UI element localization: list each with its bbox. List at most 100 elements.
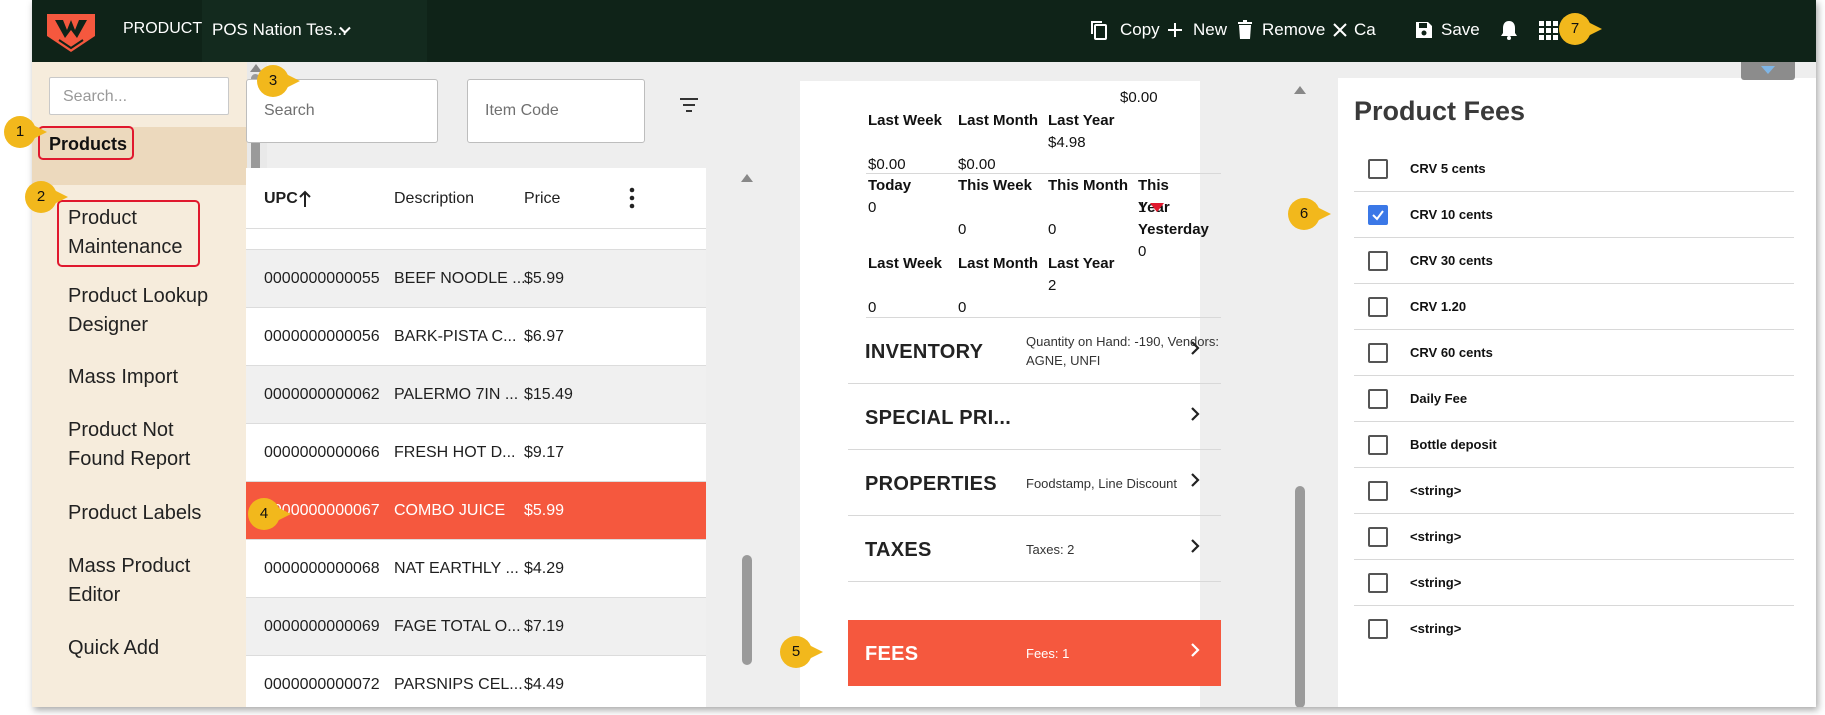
bell-icon[interactable] (1497, 18, 1521, 42)
price-cell: $6.97 (524, 328, 565, 345)
fee-checkbox[interactable] (1368, 435, 1388, 455)
section-taxes[interactable]: TAXES Taxes: 2 (848, 516, 1221, 582)
table-row[interactable]: 0000000000068 NAT EARTHLY ... $4.29 (246, 540, 706, 598)
detail-scrollbar[interactable] (1294, 86, 1306, 707)
callout-number: 1 (15, 123, 25, 140)
fee-row[interactable]: <string> (1354, 560, 1794, 606)
section-title: FEES (865, 643, 919, 665)
stat-this-week-label: This Week (958, 175, 1038, 197)
fee-checkbox[interactable] (1368, 527, 1388, 547)
more-vert-icon[interactable] (628, 187, 636, 209)
sidebar-item-mass-product-editor[interactable]: Mass Product Editor (68, 552, 228, 610)
app-window: PRODUCTS POS Nation Tes... Copy New Remo… (32, 0, 1816, 707)
sidebar-item-quick-add[interactable]: Quick Add (68, 634, 228, 663)
stat-label: Last Month (958, 255, 1038, 272)
fee-checkbox[interactable] (1368, 619, 1388, 639)
scroll-up-arrow-icon[interactable] (741, 174, 753, 182)
sidebar-item-product-lookup-designer[interactable]: Product Lookup Designer (68, 282, 228, 340)
table-row[interactable]: 0000000000069 FAGE TOTAL O... $7.19 (246, 598, 706, 656)
fee-checkbox-checked[interactable] (1368, 205, 1388, 225)
fee-row[interactable]: CRV 10 cents (1354, 192, 1794, 238)
description-cell: PALERMO 7IN ... (394, 386, 519, 403)
upc-cell: 0000000000068 (264, 560, 380, 577)
callout-number: 5 (791, 643, 801, 660)
fee-checkbox[interactable] (1368, 481, 1388, 501)
stat-label: Yesterday (1138, 221, 1209, 238)
column-header-description[interactable]: Description (394, 190, 474, 208)
fee-row[interactable]: <string> (1354, 514, 1794, 560)
sidebar-search-input[interactable]: Search... (49, 77, 229, 115)
fee-label: Bottle deposit (1410, 437, 1497, 452)
table-row[interactable] (246, 228, 706, 250)
callout-number: 3 (268, 72, 278, 89)
stat-label: Last Year (1048, 255, 1115, 272)
section-inventory[interactable]: INVENTORY Quantity on Hand: -190, Vendor… (848, 318, 1221, 384)
sidebar-item-mass-import[interactable]: Mass Import (68, 363, 228, 392)
section-special-pricing[interactable]: SPECIAL PRI... (848, 384, 1221, 450)
stat-label: Today (868, 177, 912, 194)
panel-collapse-tab[interactable] (1741, 62, 1795, 80)
stat-last-week-value: 0 (868, 299, 877, 316)
stat-last-year-label: Last Year (1048, 253, 1114, 275)
close-icon (1333, 23, 1347, 37)
fee-label: CRV 30 cents (1410, 253, 1493, 268)
product-list: UPC Description Price 0000000000055 BEEF … (246, 168, 706, 707)
section-title: TAXES (865, 539, 932, 561)
fee-checkbox[interactable] (1368, 573, 1388, 593)
trend-down-icon (1150, 203, 1164, 212)
table-row[interactable]: 0000000000055 BEEF NOODLE ... $5.99 (246, 250, 706, 308)
column-header-price[interactable]: Price (524, 190, 560, 208)
pos-nation-logo (47, 14, 95, 52)
callout-marker: 3 (256, 64, 300, 98)
table-row[interactable]: 0000000000066 FRESH HOT D... $9.17 (246, 424, 706, 482)
fees-title: Product Fees (1354, 96, 1526, 126)
table-row-selected[interactable]: 0000000000067 COMBO JUICE $5.99 (246, 482, 706, 540)
table-row[interactable]: 0000000000062 PALERMO 7IN ... $15.49 (246, 366, 706, 424)
fee-row[interactable]: CRV 30 cents (1354, 238, 1794, 284)
stat-last-month-value: 0 (958, 299, 967, 316)
fee-row[interactable]: CRV 1.20 (1354, 284, 1794, 330)
fee-label: <string> (1410, 529, 1462, 544)
section-title: PROPERTIES (865, 473, 997, 495)
column-header-upc[interactable]: UPC (264, 190, 298, 208)
fee-label: CRV 60 cents (1410, 345, 1493, 360)
upc-cell: 0000000000062 (264, 386, 380, 403)
fee-row[interactable]: <string> (1354, 606, 1794, 652)
save-label: Save (1441, 20, 1480, 39)
fee-checkbox[interactable] (1368, 297, 1388, 317)
fee-checkbox[interactable] (1368, 251, 1388, 271)
fee-checkbox[interactable] (1368, 343, 1388, 363)
fee-checkbox[interactable] (1368, 389, 1388, 409)
table-row[interactable]: 0000000000056 BARK-PISTA C... $6.97 (246, 308, 706, 366)
sidebar-item-product-labels[interactable]: Product Labels (68, 499, 228, 528)
callout-number: 7 (1570, 20, 1580, 37)
table-row[interactable]: 0000000000072 PARSNIPS CEL... $4.49 (246, 656, 706, 707)
list-scrollbar[interactable] (741, 170, 753, 707)
price-cell: $15.49 (524, 386, 573, 403)
fee-checkbox[interactable] (1368, 159, 1388, 179)
filter-icon[interactable] (678, 96, 700, 114)
sidebar-item-product-not-found-report[interactable]: Product Not Found Report (68, 416, 228, 474)
new-label: New (1193, 20, 1228, 39)
fee-row[interactable]: Daily Fee (1354, 376, 1794, 422)
item-code-input[interactable]: Item Code (467, 79, 645, 143)
sort-ascending-icon[interactable] (298, 190, 312, 208)
apps-grid-icon[interactable] (1536, 18, 1560, 42)
store-selector[interactable]: POS Nation Tes... (202, 0, 427, 62)
upc-cell: 0000000000072 (264, 676, 380, 693)
store-name: POS Nation Tes... (212, 20, 347, 39)
section-properties[interactable]: PROPERTIES Foodstamp, Line Discount (848, 450, 1221, 516)
stat-last-year-value: $4.98 (1048, 134, 1086, 151)
fee-row[interactable]: <string> (1354, 468, 1794, 514)
upc-cell: 0000000000066 (264, 444, 380, 461)
fee-label: <string> (1410, 575, 1462, 590)
price-cell: $9.17 (524, 444, 565, 461)
fee-row[interactable]: CRV 5 cents (1354, 146, 1794, 192)
section-fees[interactable]: FEES Fees: 1 (848, 620, 1221, 686)
highlight-product-maintenance (57, 200, 200, 267)
chevron-down-icon (339, 26, 351, 34)
fee-row[interactable]: Bottle deposit (1354, 422, 1794, 468)
fee-row[interactable]: CRV 60 cents (1354, 330, 1794, 376)
scroll-up-arrow-icon[interactable] (1294, 86, 1306, 94)
price-cell: $4.29 (524, 560, 565, 577)
